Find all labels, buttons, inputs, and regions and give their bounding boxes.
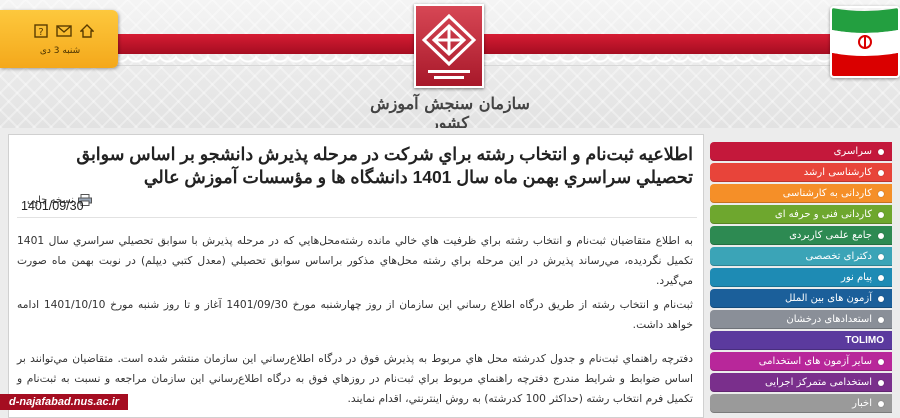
bullet-icon	[878, 274, 884, 281]
title-separator	[17, 217, 697, 218]
bullet-icon	[878, 316, 884, 323]
mail-icon[interactable]	[56, 24, 72, 38]
menu-item-label: کارشناسی ارشد	[803, 167, 872, 178]
iran-flag	[830, 6, 900, 78]
bullet-icon	[878, 148, 884, 155]
menu-item-label: استعدادهای درخشان	[786, 314, 872, 325]
menu-item-label: استخدامی متمرکز اجرایی	[764, 377, 872, 388]
menu-item-jame-elmi-karbordi[interactable]: جامع علمی کاربردی	[710, 226, 892, 245]
menu-item-central-employment[interactable]: استخدامی متمرکز اجرایی	[710, 373, 892, 392]
menu-item-news[interactable]: اخبار	[710, 394, 892, 413]
bullet-icon	[878, 232, 884, 239]
home-icon[interactable]	[80, 24, 94, 38]
sidebar-menu: سراسری کارشناسی ارشد کاردانی به کارشناسی…	[710, 142, 892, 413]
help-icon[interactable]: ?	[34, 24, 48, 38]
menu-item-label: کاردانی به کارشناسی	[782, 188, 872, 199]
menu-item-label: جامع علمی کاربردی	[789, 230, 872, 241]
article-panel: اطلاعيه ثبت‌نام و انتخاب رشته براي شركت …	[8, 134, 704, 418]
current-date: شنبه 3 دی	[39, 46, 81, 56]
menu-item-label: سراسری	[833, 146, 872, 157]
menu-item-international-exams[interactable]: آزمون های بین الملل	[710, 289, 892, 308]
article-paragraph: به اطلاع متقاضيان ثبت‌نام و انتخاب رشته‌…	[17, 234, 693, 287]
logo-emblem-icon	[421, 13, 477, 79]
menu-item-kardani-be-karshenasi[interactable]: کاردانی به کارشناسی	[710, 184, 892, 203]
menu-item-label: کاردانی فنی و حرفه ای	[774, 209, 872, 220]
svg-text:?: ?	[38, 27, 43, 38]
info-icons: ?	[34, 24, 94, 38]
site-header: سازمان سنجش آموزش کشور ? شنبه 3 دی	[0, 0, 900, 128]
menu-item-doktora[interactable]: دکترای تخصصی	[710, 247, 892, 266]
menu-item-karshenasi-arshad[interactable]: کارشناسی ارشد	[710, 163, 892, 182]
bullet-icon	[878, 211, 884, 218]
org-logo[interactable]	[414, 4, 484, 88]
menu-item-label: TOLIMO	[845, 335, 884, 346]
bullet-icon	[878, 379, 884, 386]
source-url-tag: d-najafabad.nus.ac.ir	[0, 394, 128, 410]
bullet-icon	[878, 358, 884, 365]
menu-item-payam-noor[interactable]: پیام نور	[710, 268, 892, 287]
menu-item-label: دکترای تخصصی	[805, 251, 872, 262]
menu-item-gifted-talents[interactable]: استعدادهای درخشان	[710, 310, 892, 329]
menu-item-tolimo[interactable]: TOLIMO	[710, 331, 892, 350]
menu-item-kardani-fani[interactable]: کاردانی فنی و حرفه ای	[710, 205, 892, 224]
menu-item-sarasari[interactable]: سراسری	[710, 142, 892, 161]
info-box: ? شنبه 3 دی	[0, 10, 118, 68]
article-paragraph: ثبت‌نام و انتخاب رشته از طريق درگاه اطلا…	[17, 298, 693, 331]
post-date: 1401/09/30	[21, 199, 84, 213]
menu-item-label: پیام نور	[841, 272, 872, 283]
menu-item-label: سایر آزمون های استخدامی	[758, 356, 872, 367]
menu-item-label: اخبار	[852, 398, 872, 409]
bullet-icon	[878, 169, 884, 176]
menu-item-label: آزمون های بین الملل	[784, 293, 872, 304]
flag-icon	[832, 8, 898, 76]
bullet-icon	[878, 253, 884, 260]
bullet-icon	[878, 295, 884, 302]
bullet-icon	[878, 190, 884, 197]
article-title: اطلاعيه ثبت‌نام و انتخاب رشته براي شركت …	[76, 144, 693, 187]
bullet-icon	[878, 400, 884, 407]
org-name: سازمان سنجش آموزش کشور	[370, 94, 530, 128]
menu-item-other-employment-exams[interactable]: سایر آزمون های استخدامی	[710, 352, 892, 371]
